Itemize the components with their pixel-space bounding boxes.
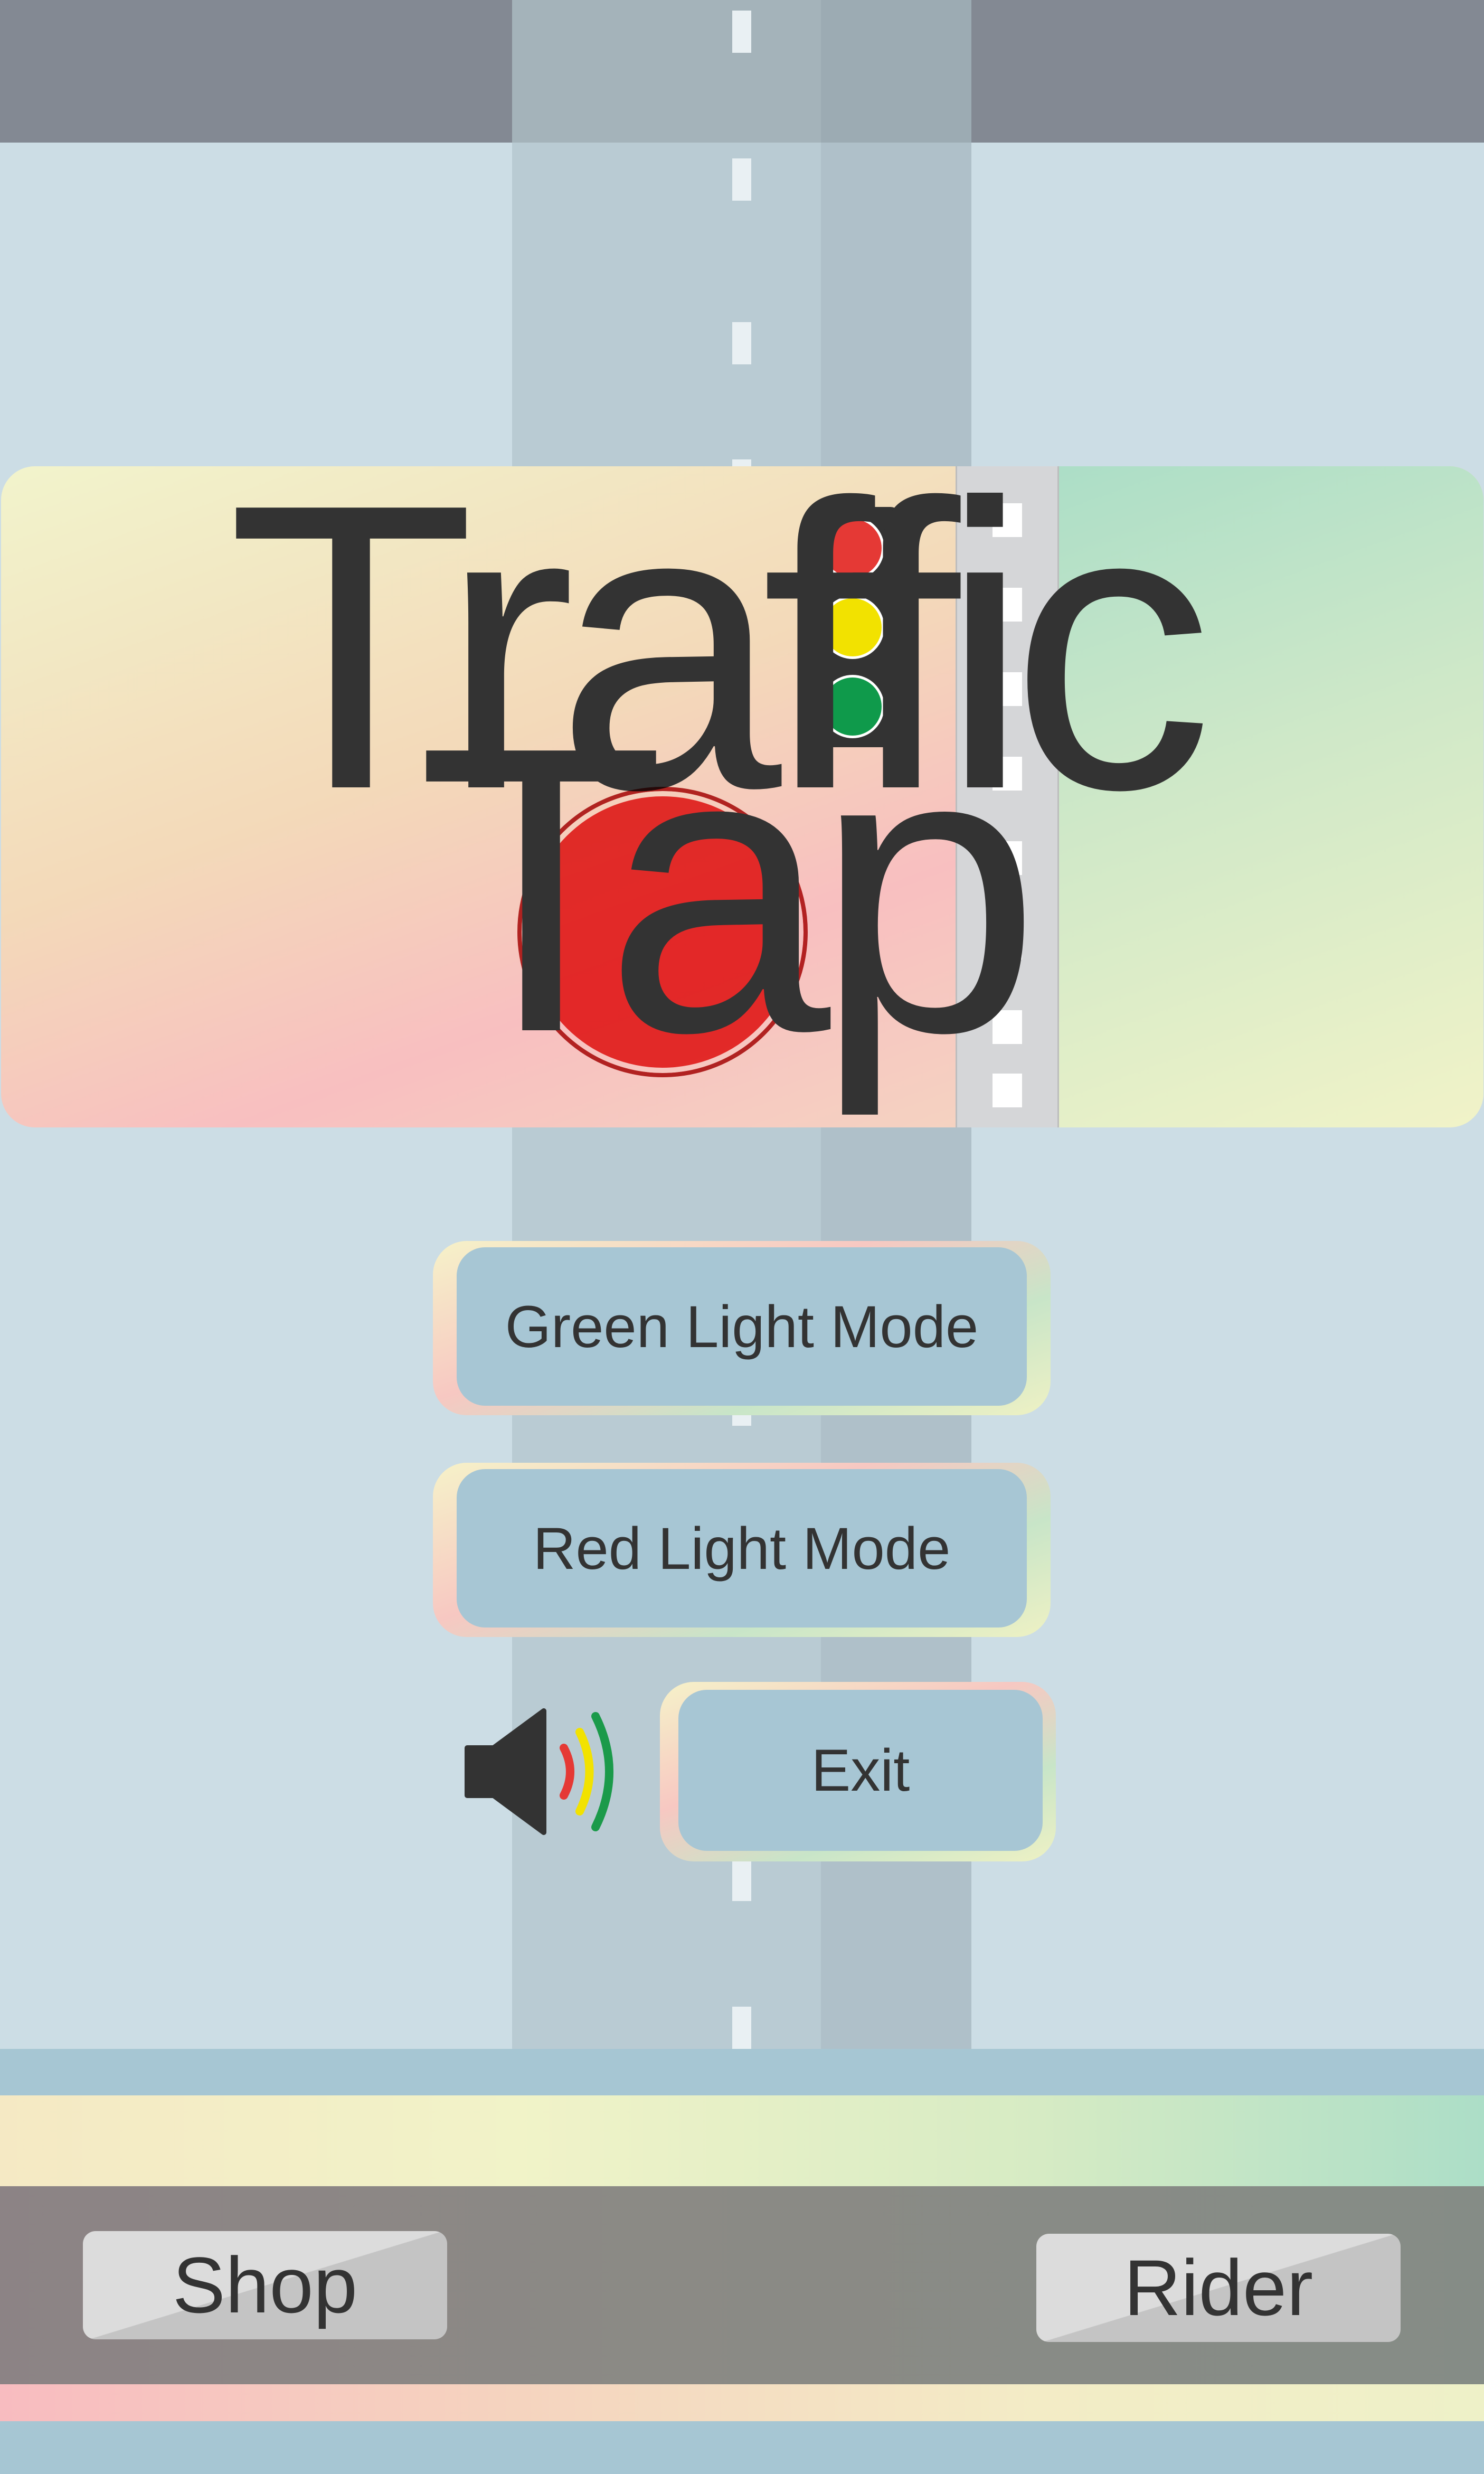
green-light-mode-button[interactable]: Green Light Mode <box>457 1247 1027 1406</box>
lane-dash <box>732 322 751 364</box>
bottom-pink-band <box>0 2384 1484 2421</box>
lane-dash <box>732 1859 751 1901</box>
green-light-mode-frame: Green Light Mode <box>433 1241 1051 1415</box>
lane-dash <box>732 158 751 201</box>
rider-button[interactable]: Rider <box>1036 2234 1401 2342</box>
red-light-mode-button[interactable]: Red Light Mode <box>457 1469 1027 1628</box>
lane-dash <box>732 2007 751 2049</box>
lane-dash <box>732 11 751 53</box>
bottom-footer-band <box>0 2421 1484 2474</box>
bottom-gradient-band <box>0 2095 1484 2186</box>
red-light-mode-frame: Red Light Mode <box>433 1463 1051 1637</box>
shop-button[interactable]: Shop <box>83 2231 447 2339</box>
exit-button[interactable]: Exit <box>678 1690 1043 1851</box>
bottom-blue-band <box>0 2049 1484 2095</box>
game-title-line2: Tap <box>417 663 1041 1117</box>
speaker-volume-icon[interactable] <box>465 1708 623 1835</box>
exit-button-frame: Exit <box>660 1682 1056 1861</box>
